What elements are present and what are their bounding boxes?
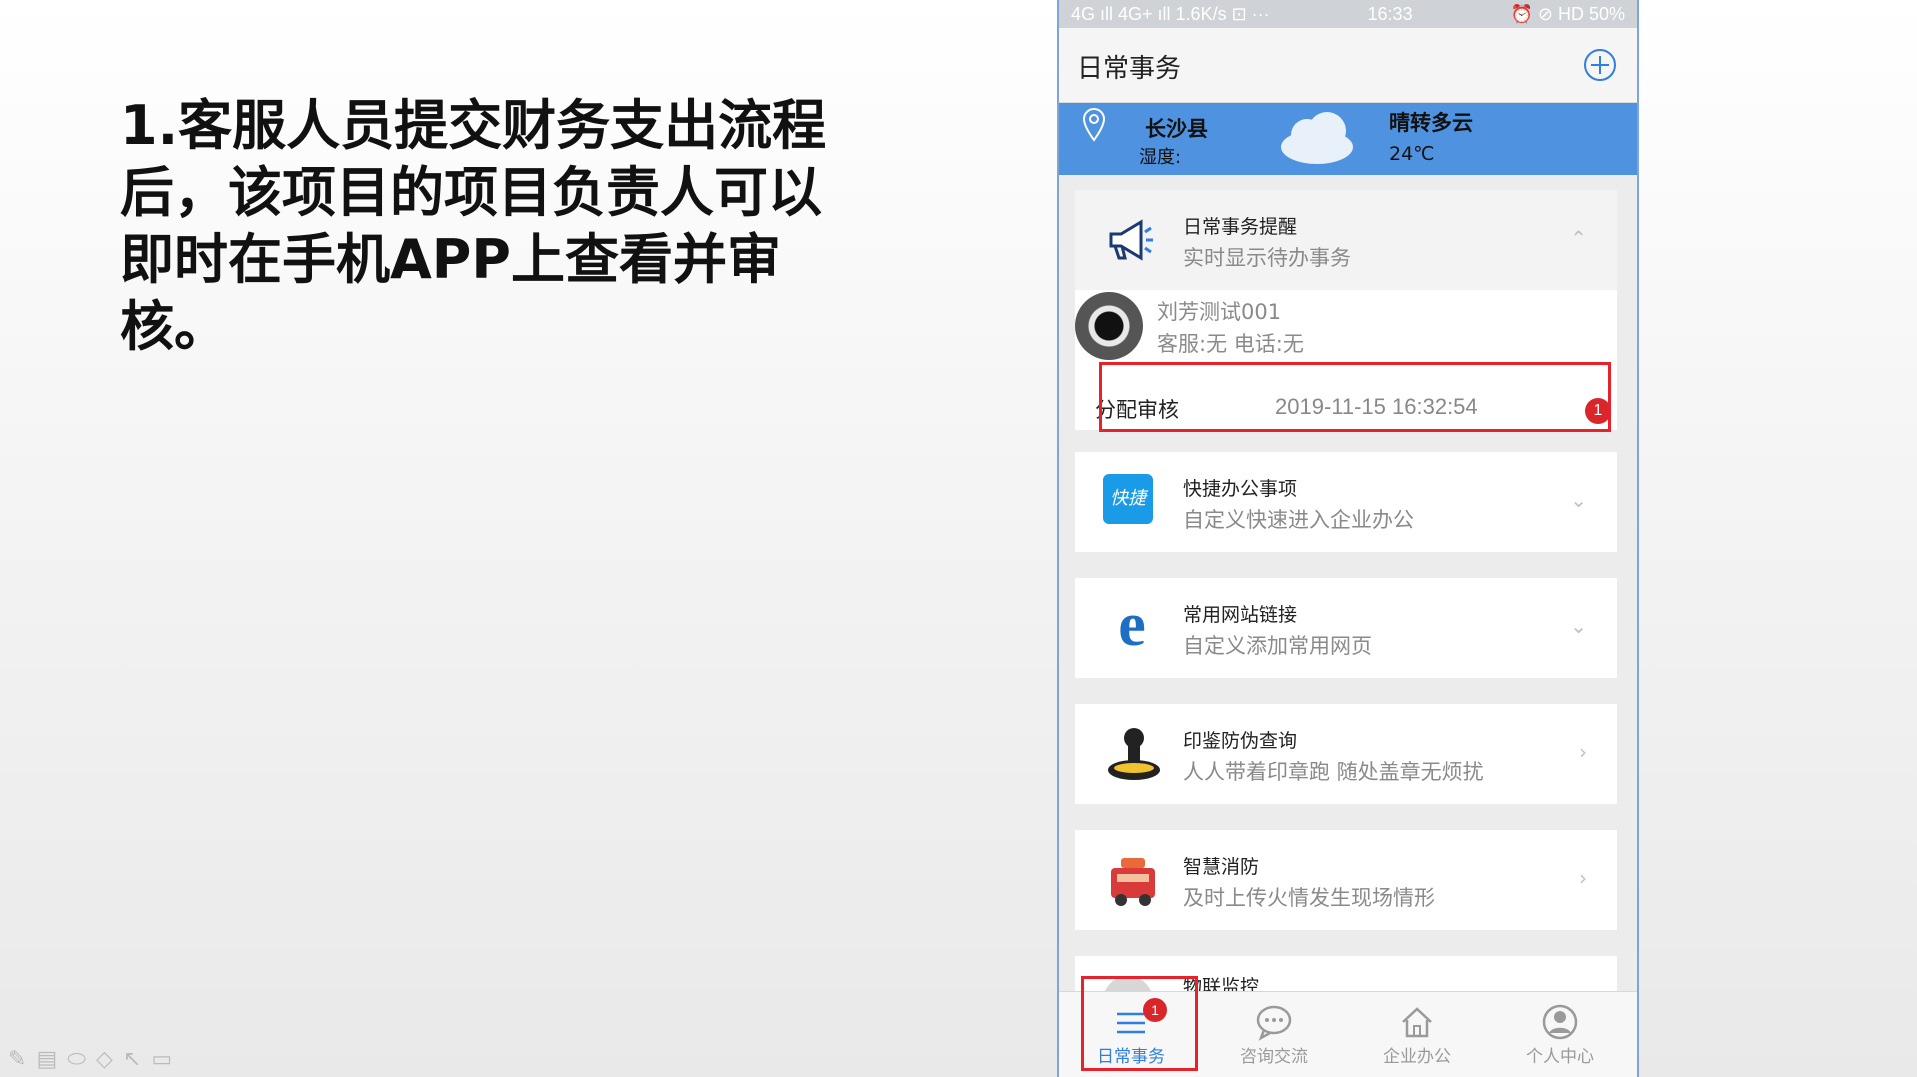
card-seal-verify[interactable]: 印鉴防伪查询 人人带着印章跑 随处盖章无烦扰 ›: [1075, 704, 1617, 804]
weather-humidity: 湿度:: [1139, 147, 1182, 168]
weather-city: 长沙县: [1145, 117, 1208, 141]
status-right: ⏰ ⊘ HD 50%: [1510, 4, 1625, 24]
message-info: 客服:无 电话:无: [1157, 332, 1304, 356]
reminder-card[interactable]: 日常事务提醒 实时显示待办事务 ⌃: [1075, 190, 1617, 290]
message-item[interactable]: 刘芳测试001 客服:无 电话:无: [1075, 290, 1617, 363]
tab-label: 企业办公: [1383, 1047, 1451, 1067]
status-bar: 4G ıll 4G+ ıll 1.6K/s ⊡ ··· 16:33 ⏰ ⊘ HD…: [1059, 0, 1637, 28]
slide-toolbar: ✎ ▤ ⬭ ◇ ↖ ▭: [8, 1049, 172, 1071]
card-quick-office[interactable]: 快捷 快捷办公事项 自定义快速进入企业办公 ⌄: [1075, 452, 1617, 552]
eraser-icon[interactable]: ⬭: [67, 1049, 86, 1071]
pointer-icon[interactable]: ↖: [123, 1049, 141, 1071]
reminder-title: 日常事务提醒: [1183, 216, 1298, 238]
card-smart-fire[interactable]: 智慧消防 及时上传火情发生现场情形 ›: [1075, 830, 1617, 930]
stamp-icon: [1108, 728, 1160, 780]
tab-label: 咨询交流: [1240, 1047, 1308, 1067]
card-subtitle: 人人带着印章跑 随处盖章无烦扰: [1183, 760, 1484, 784]
home-icon: [1402, 1007, 1432, 1038]
tab-personal-center[interactable]: 个人中心: [1500, 992, 1620, 1077]
tab-enterprise-office[interactable]: 企业办公: [1357, 992, 1477, 1077]
card-title: 常用网站链接: [1183, 604, 1298, 626]
reminder-subtitle: 实时显示待办事务: [1183, 246, 1351, 270]
slide-headline: 1.客服人员提交财务支出流程后，该项目的项目负责人可以即时在手机APP上查看并审…: [120, 94, 827, 358]
chat-icon: [1256, 1005, 1292, 1041]
chevron-down-icon[interactable]: ⌄: [1570, 614, 1587, 638]
card-websites[interactable]: e 常用网站链接 自定义添加常用网页 ⌄: [1075, 578, 1617, 678]
chevron-right-icon[interactable]: ›: [1579, 740, 1587, 764]
page-title: 日常事务: [1077, 54, 1182, 84]
user-icon: [1542, 1004, 1578, 1040]
card-subtitle: 自定义添加常用网页: [1183, 634, 1372, 658]
nav-bar: 日常事务: [1059, 28, 1637, 103]
megaphone-icon: [1109, 219, 1153, 261]
avatar: [1075, 292, 1143, 360]
card-title: 印鉴防伪查询: [1183, 730, 1298, 752]
card-subtitle: 及时上传火情发生现场情形: [1183, 886, 1435, 910]
highlight-box-tab: [1081, 976, 1198, 1071]
quick-office-icon: 快捷: [1103, 474, 1153, 524]
cloud-icon: [1281, 112, 1353, 164]
browser-icon: e: [1118, 591, 1146, 659]
chevron-up-icon[interactable]: ⌃: [1570, 226, 1587, 250]
weather-temperature: 24℃: [1389, 143, 1435, 165]
weather-condition: 晴转多云: [1389, 111, 1473, 135]
highlight-box-task: [1099, 362, 1611, 432]
tab-consult[interactable]: 咨询交流: [1214, 992, 1334, 1077]
chevron-right-icon[interactable]: ›: [1579, 866, 1587, 890]
message-name: 刘芳测试001: [1157, 300, 1282, 324]
status-time: 16:33: [1367, 4, 1413, 24]
status-left: 4G ıll 4G+ ıll 1.6K/s ⊡ ···: [1071, 4, 1270, 24]
phone-screen: 4G ıll 4G+ ıll 1.6K/s ⊡ ··· 16:33 ⏰ ⊘ HD…: [1057, 0, 1639, 1077]
card-title: 快捷办公事项: [1183, 478, 1298, 500]
card-subtitle: 自定义快速进入企业办公: [1183, 508, 1414, 532]
highlighter-icon[interactable]: ◇: [96, 1049, 113, 1071]
tab-label: 个人中心: [1526, 1047, 1594, 1067]
fire-truck-icon: [1111, 858, 1155, 906]
chevron-down-icon[interactable]: ⌄: [1570, 488, 1587, 512]
pen-icon[interactable]: ✎: [8, 1049, 26, 1071]
card-title: 智慧消防: [1183, 856, 1260, 878]
camera-icon[interactable]: ▭: [151, 1049, 172, 1071]
keyboard-icon[interactable]: ▤: [36, 1049, 57, 1071]
add-icon[interactable]: [1583, 48, 1617, 82]
weather-banner[interactable]: 长沙县 湿度: 晴转多云 24℃: [1059, 103, 1637, 175]
location-pin-icon: [1082, 107, 1106, 142]
